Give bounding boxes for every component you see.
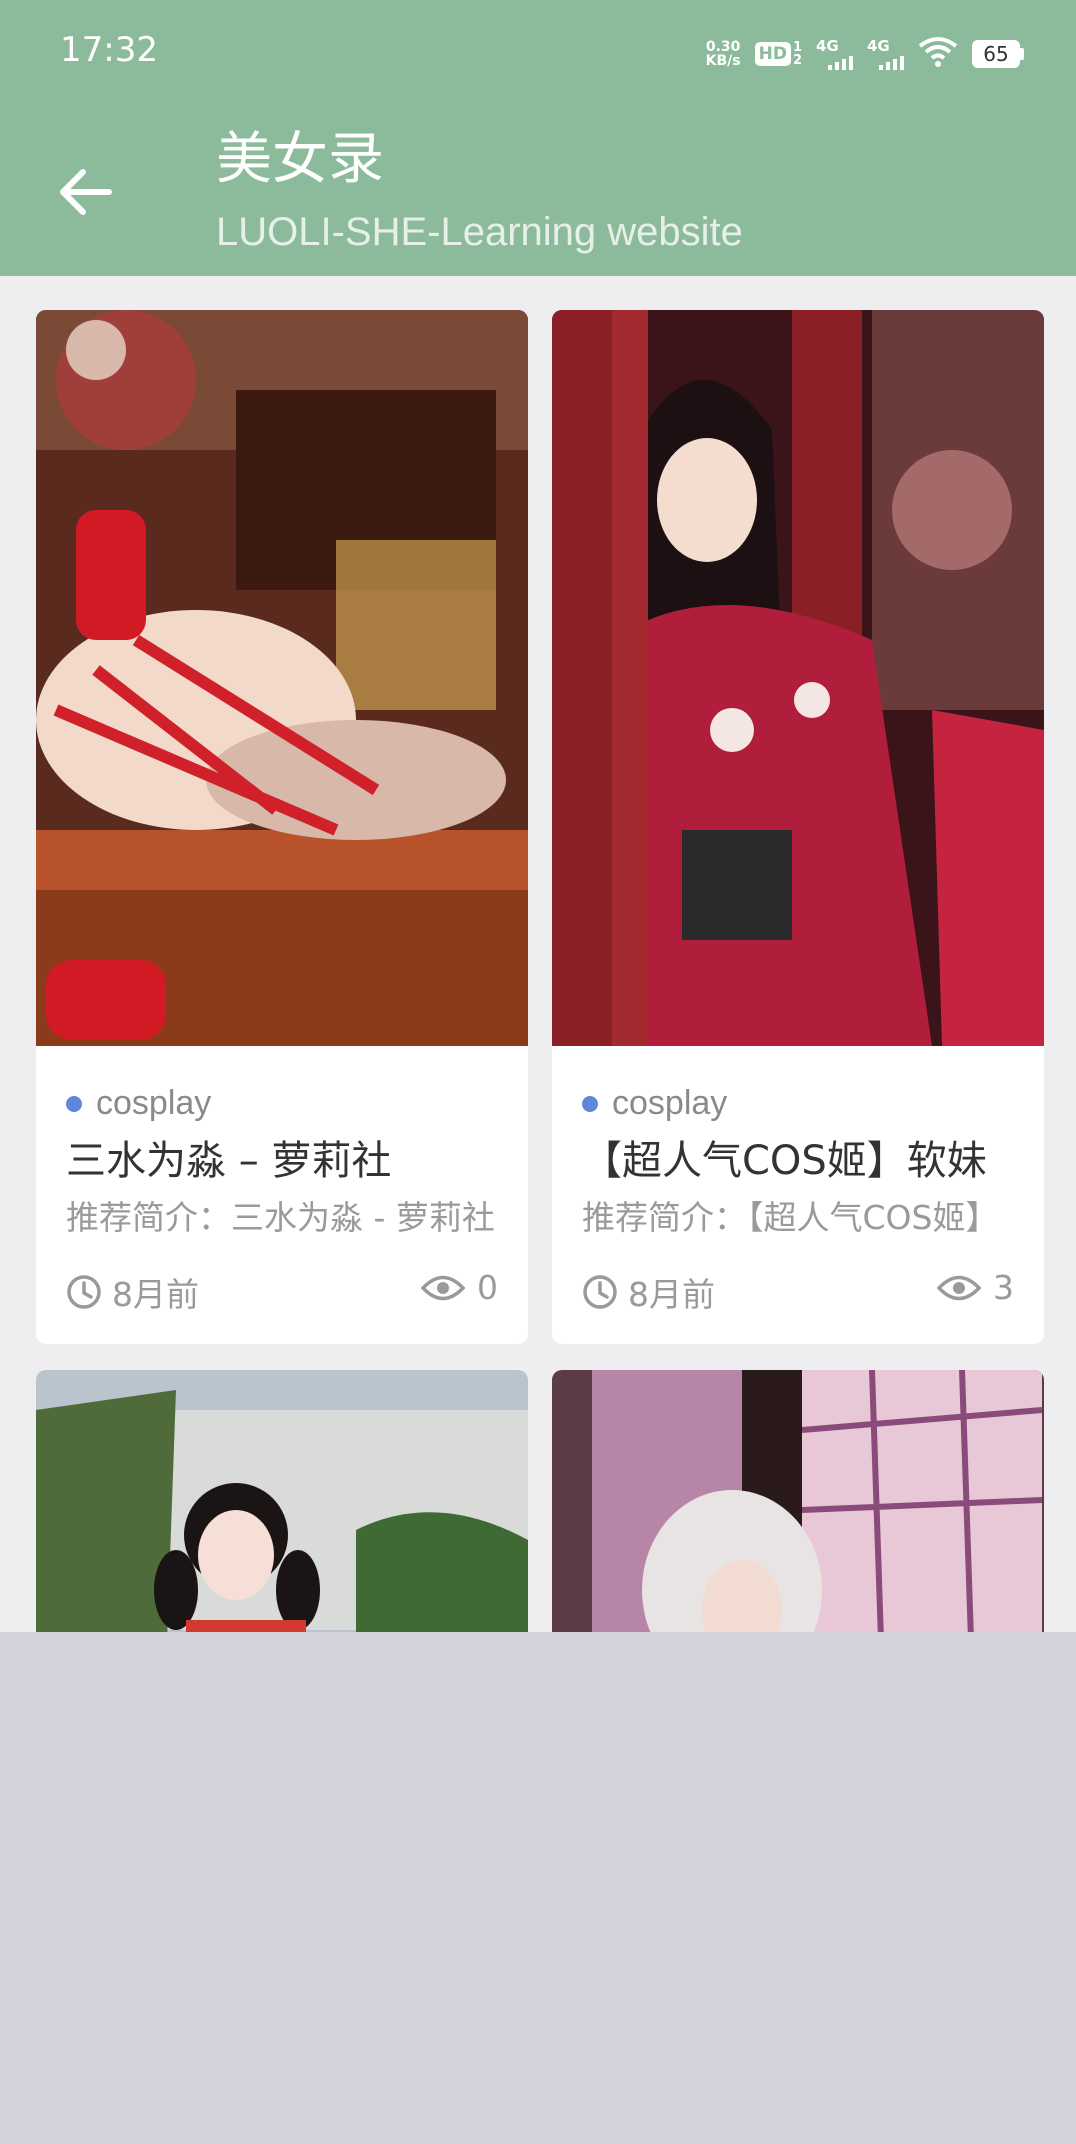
battery-icon: 65 [972,40,1024,68]
wifi-icon [918,36,958,72]
post-thumbnail[interactable] [552,1370,1044,1632]
signal-icon-1: 4G [816,38,853,70]
category-tag[interactable]: cosplay [582,1084,727,1123]
content-grid: cosplay 三水为淼 – 萝莉社 推荐简介：三水为淼 - 萝莉社 8月前 0 [0,276,1076,1632]
category-dot-icon [582,1095,598,1112]
category-tag[interactable]: cosplay [66,1084,211,1123]
status-time: 17:32 [60,30,158,70]
post-description: 推荐简介：三水为淼 - 萝莉社 [66,1198,495,1237]
clock-icon [583,1275,617,1309]
post-thumbnail[interactable] [36,310,528,1050]
post-card[interactable] [552,1370,1044,1632]
clock-icon [67,1275,101,1309]
back-button[interactable] [50,160,120,224]
post-views: 0 [421,1268,498,1307]
category-dot-icon [66,1095,82,1112]
back-arrow-icon [60,169,112,215]
post-title[interactable]: 【超人气COS姬】软妹 [582,1134,1012,1188]
post-description: 推荐简介：【超人气COS姬】 [582,1198,999,1237]
page-title: 美女录 [216,127,384,192]
post-thumbnail[interactable] [552,310,1044,1046]
page-subtitle: LUOLI-SHE-Learning website [216,210,743,254]
post-time: 8月前 [66,1268,199,1316]
app-header: 17:32 0.30 KB/s HD 1 2 4G 4G 65 美女录 LUOL… [0,0,1076,276]
hd-icon: HD 1 2 [754,41,802,67]
post-card[interactable]: cosplay 三水为淼 – 萝莉社 推荐简介：三水为淼 - 萝莉社 8月前 0 [36,310,528,1344]
post-thumbnail[interactable] [36,1370,528,1632]
post-views: 3 [937,1268,1014,1307]
post-card[interactable] [36,1370,528,1632]
eye-icon [421,1275,465,1300]
network-speed: 0.30 KB/s [705,39,741,69]
post-title[interactable]: 三水为淼 – 萝莉社 [66,1134,496,1188]
signal-icon-2: 4G [867,38,904,70]
status-icons: 0.30 KB/s HD 1 2 4G 4G 65 [706,34,1024,74]
eye-icon [937,1275,981,1300]
post-time: 8月前 [582,1268,715,1316]
post-card[interactable]: cosplay 【超人气COS姬】软妹 推荐简介：【超人气COS姬】 8月前 3 [552,310,1044,1344]
